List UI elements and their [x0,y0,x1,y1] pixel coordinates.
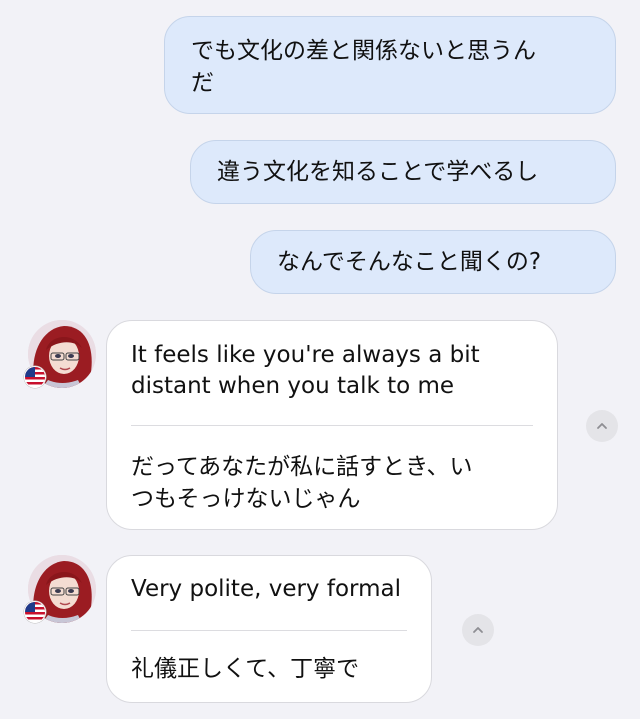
chevron-up-icon [473,627,483,633]
chevron-up-icon [597,423,607,429]
outgoing-message[interactable]: でも文化の差と関係ないと思うん だ [164,16,616,114]
message-text-line: だ [191,70,214,96]
message-text-line: でも文化の差と関係ないと思うん [191,38,536,64]
us-flag-icon [24,366,46,388]
message-text: 違う文化を知ることで学べるし [217,159,539,185]
translation-text: Very polite, very formal [131,576,401,602]
incoming-message[interactable]: It feels like you're always a bit distan… [106,320,558,530]
translation-text-line: distant when you talk to me [131,373,455,399]
outgoing-message[interactable]: 違う文化を知ることで学べるし [190,140,616,204]
message-divider [131,425,533,426]
original-text: 礼儀正しくて、丁寧で [131,656,360,682]
original-text-line: だってあなたが私に話すとき、い [131,454,473,480]
chat-thread: でも文化の差と関係ないと思うん だ 違う文化を知ることで学べるし なんでそんなこ… [0,0,640,719]
incoming-message[interactable]: Very polite, very formal 礼儀正しくて、丁寧で [106,555,432,703]
message-text: なんでそんなこと聞くの? [277,249,542,275]
collapse-button[interactable] [462,614,494,646]
collapse-button[interactable] [586,410,618,442]
message-divider [131,630,407,631]
outgoing-message[interactable]: なんでそんなこと聞くの? [250,230,616,294]
us-flag-icon [24,601,46,623]
original-text-line: つもそっけないじゃん [131,486,361,512]
translation-text-line: It feels like you're always a bit [131,342,480,368]
